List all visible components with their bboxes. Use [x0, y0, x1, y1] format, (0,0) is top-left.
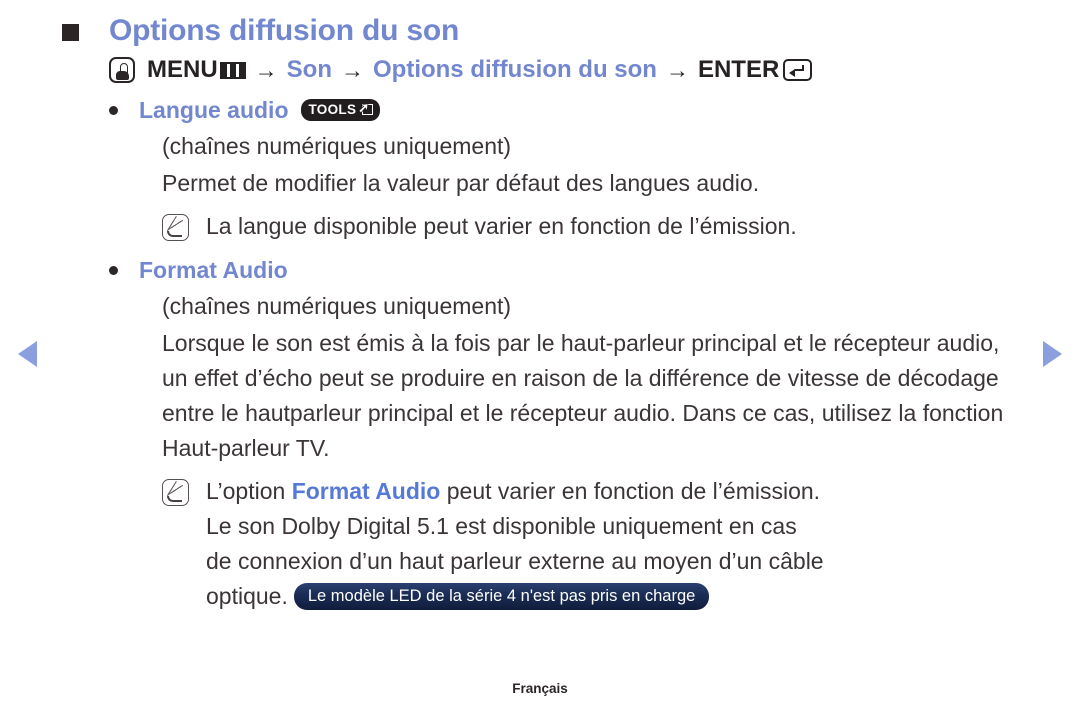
- note-text-after: peut varier en fonction de l’émission.: [440, 478, 821, 504]
- note-pencil-icon: [162, 214, 189, 241]
- note-langue-audio-text: La langue disponible peut varier en fonc…: [206, 213, 797, 239]
- tools-arrow-icon: [358, 101, 374, 116]
- path-item-options-diffusion: Options diffusion du son: [373, 56, 657, 83]
- path-arrow-2: →: [341, 56, 364, 83]
- note-line-2: Le son Dolby Digital 5.1 est disponible …: [206, 513, 797, 539]
- footer-language: Français: [512, 681, 568, 696]
- page-title: Options diffusion du son: [109, 14, 460, 47]
- note-line-4: optique.: [206, 583, 288, 609]
- hand-press-icon: [109, 57, 135, 83]
- menu-path: MENU → Son → Options diffusion du son → …: [109, 56, 1018, 84]
- langue-audio-line-2: Permet de modifier la valeur par défaut …: [162, 170, 760, 196]
- format-audio-line-1: (chaînes numériques uniquement): [162, 293, 512, 319]
- note-format-audio: L’option Format Audio peut varier en fon…: [162, 474, 1018, 614]
- note-pencil-icon: [162, 479, 189, 506]
- tools-badge-label: TOOLS: [308, 102, 357, 117]
- note-format-audio-body: L’option Format Audio peut varier en fon…: [206, 474, 824, 614]
- dot-bullet-icon: [109, 106, 118, 115]
- langue-audio-line-1: (chaînes numériques uniquement): [162, 133, 512, 159]
- dot-bullet-icon: [109, 266, 118, 275]
- note-line-3: de connexion d’un haut parleur externe a…: [206, 548, 824, 574]
- page-content: Options diffusion du son MENU → Son → Op…: [62, 14, 1018, 614]
- path-item-son: Son: [286, 56, 332, 83]
- note-langue-audio: La langue disponible peut varier en fonc…: [162, 209, 1018, 244]
- section-langue-audio-header: Langue audio TOOLS: [109, 97, 1018, 124]
- note-text-before: L’option: [206, 478, 292, 504]
- path-arrow-1: →: [254, 56, 278, 83]
- manual-page: Options diffusion du son MENU → Son → Op…: [0, 0, 1080, 705]
- triangle-right-icon[interactable]: [1043, 341, 1062, 367]
- menu-grid-icon: [219, 61, 246, 79]
- enter-key-icon: [783, 59, 813, 81]
- path-arrow-3: →: [665, 56, 689, 83]
- triangle-left-icon[interactable]: [18, 341, 37, 367]
- note-emphasis-format-audio: Format Audio: [291, 478, 441, 504]
- enter-label: ENTER: [697, 56, 780, 83]
- led-series-pill: Le modèle LED de la série 4 n'est pas pr…: [293, 583, 710, 610]
- section-label-langue-audio: Langue audio: [139, 97, 289, 123]
- format-audio-paragraph: Lorsque le son est émis à la fois par le…: [162, 330, 1004, 461]
- tools-badge[interactable]: TOOLS: [300, 98, 381, 121]
- menu-label: MENU: [147, 56, 218, 83]
- section-label-format-audio: Format Audio: [139, 257, 288, 283]
- page-heading: Options diffusion du son: [62, 14, 1018, 48]
- section-format-audio-header: Format Audio: [109, 257, 1018, 284]
- square-bullet-icon: [62, 23, 79, 41]
